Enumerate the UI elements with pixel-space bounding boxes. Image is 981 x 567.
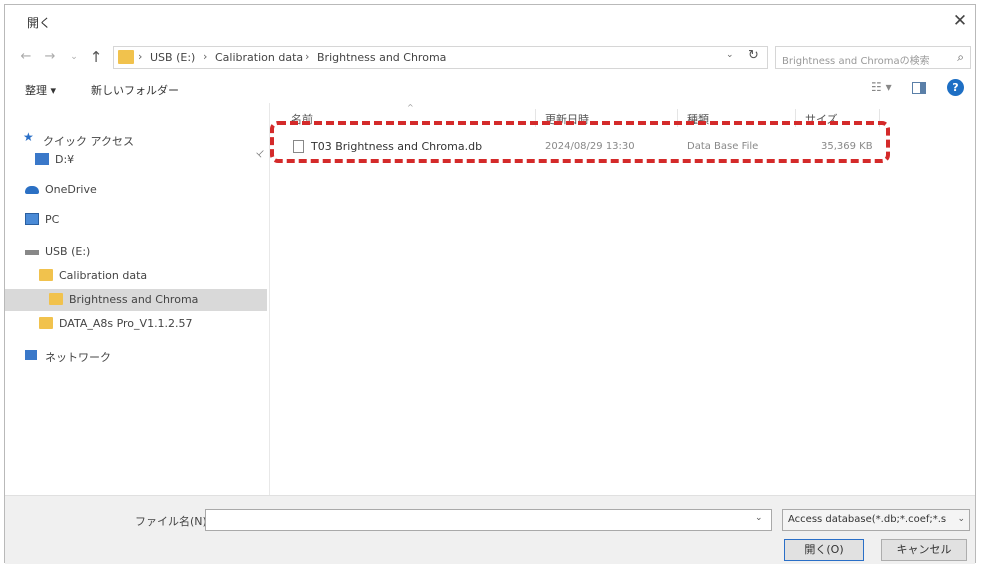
refresh-icon[interactable]: ↻	[748, 48, 759, 63]
file-type-filter-value: Access database(*.db;*.coef;*.s	[788, 514, 947, 525]
organize-menu-button[interactable]: 整理 ▾	[25, 82, 56, 98]
back-arrow-icon[interactable]: ←	[17, 47, 35, 67]
breadcrumb-calibration-data[interactable]: Calibration data	[215, 51, 303, 64]
breadcrumb-usb[interactable]: USB (E:)	[150, 51, 195, 64]
star-icon: ★	[23, 130, 34, 144]
sidebar-item-d-drive[interactable]: D:¥	[35, 149, 255, 171]
usb-drive-icon	[25, 250, 39, 255]
close-button[interactable]: ✕	[947, 9, 973, 33]
sidebar-item-label: OneDrive	[45, 183, 97, 196]
filename-input[interactable]	[205, 509, 772, 531]
monitor-icon	[25, 213, 39, 225]
file-type-filter-select[interactable]: Access database(*.db;*.coef;*.s ⌄	[782, 509, 970, 531]
address-bar[interactable]: › USB (E:) › Calibration data › Brightne…	[113, 46, 768, 69]
sidebar-item-data-a8s-pro[interactable]: DATA_A8s Pro_V1.1.2.57	[39, 313, 265, 335]
sidebar-item-network[interactable]: ネットワーク	[25, 345, 265, 367]
folder-icon	[39, 269, 53, 281]
filename-dropdown-icon[interactable]: ⌄	[755, 513, 763, 523]
breadcrumb-brightness-and-chroma[interactable]: Brightness and Chroma	[317, 51, 446, 64]
preview-pane-icon[interactable]	[912, 82, 926, 94]
pane-splitter[interactable]	[269, 103, 270, 495]
breadcrumb-separator[interactable]: ›	[138, 50, 142, 63]
forward-arrow-icon[interactable]: →	[41, 47, 59, 67]
sort-indicator-icon: ^	[407, 103, 414, 112]
sidebar-item-label: D:¥	[55, 153, 75, 166]
sidebar-item-usb[interactable]: USB (E:)	[25, 241, 265, 263]
sidebar-item-onedrive[interactable]: OneDrive	[25, 179, 265, 201]
sidebar-item-label: ネットワーク	[45, 351, 111, 364]
sidebar-item-label: Brightness and Chroma	[69, 293, 199, 306]
sidebar-item-pc[interactable]: PC	[25, 209, 265, 231]
sidebar-item-label: Calibration data	[59, 269, 148, 282]
drive-icon	[35, 153, 49, 165]
folder-icon	[39, 317, 53, 329]
folder-icon	[118, 50, 134, 64]
open-button[interactable]: 開く(O)	[784, 539, 864, 561]
dialog-footer: ファイル名(N): ⌄ Access database(*.db;*.coef;…	[5, 495, 975, 564]
sidebar-item-label: クイック アクセス	[43, 135, 134, 148]
folder-icon	[49, 293, 63, 305]
highlight-annotation	[270, 121, 890, 163]
filename-label: ファイル名(N):	[135, 515, 211, 528]
sidebar-item-label: USB (E:)	[45, 245, 91, 258]
cloud-icon	[25, 186, 39, 194]
view-options-icon[interactable]: ☷ ▾	[871, 80, 892, 94]
chevron-down-icon[interactable]: ⌄	[957, 514, 965, 524]
recent-locations-chevron-icon[interactable]: ⌄	[65, 47, 83, 67]
navigation-pane: ★ クイック アクセス ⟂ D:¥ OneDrive PC USB (E:) C…	[5, 103, 267, 495]
open-file-dialog: 開く ✕ ← → ⌄ ↑ › USB (E:) › Calibration da…	[4, 4, 976, 564]
command-bar: 整理 ▾ 新しいフォルダー ☷ ▾ ?	[5, 77, 975, 101]
sidebar-item-brightness-and-chroma[interactable]: Brightness and Chroma	[5, 289, 267, 311]
dialog-title: 開く	[27, 16, 52, 30]
address-row: ← → ⌄ ↑ › USB (E:) › Calibration data › …	[5, 43, 975, 73]
search-input[interactable]: Brightness and Chromaの検索 ⌕	[775, 46, 971, 69]
new-folder-button[interactable]: 新しいフォルダー	[91, 82, 179, 98]
help-icon[interactable]: ?	[947, 79, 964, 96]
search-icon[interactable]: ⌕	[957, 50, 964, 65]
sidebar-item-quick-access[interactable]: ★ クイック アクセス	[23, 129, 263, 151]
breadcrumb-separator[interactable]: ›	[305, 50, 309, 63]
sidebar-item-label: PC	[45, 213, 60, 226]
sidebar-item-label: DATA_A8s Pro_V1.1.2.57	[59, 317, 193, 330]
address-dropdown-icon[interactable]: ⌄	[726, 50, 734, 60]
cancel-button[interactable]: キャンセル	[881, 539, 967, 561]
up-arrow-icon[interactable]: ↑	[87, 47, 105, 67]
network-icon	[25, 350, 37, 360]
search-placeholder: Brightness and Chromaの検索	[782, 56, 930, 67]
breadcrumb-separator[interactable]: ›	[203, 50, 207, 63]
sidebar-item-calibration-data[interactable]: Calibration data	[39, 265, 265, 287]
title-bar: 開く ✕	[5, 5, 975, 39]
